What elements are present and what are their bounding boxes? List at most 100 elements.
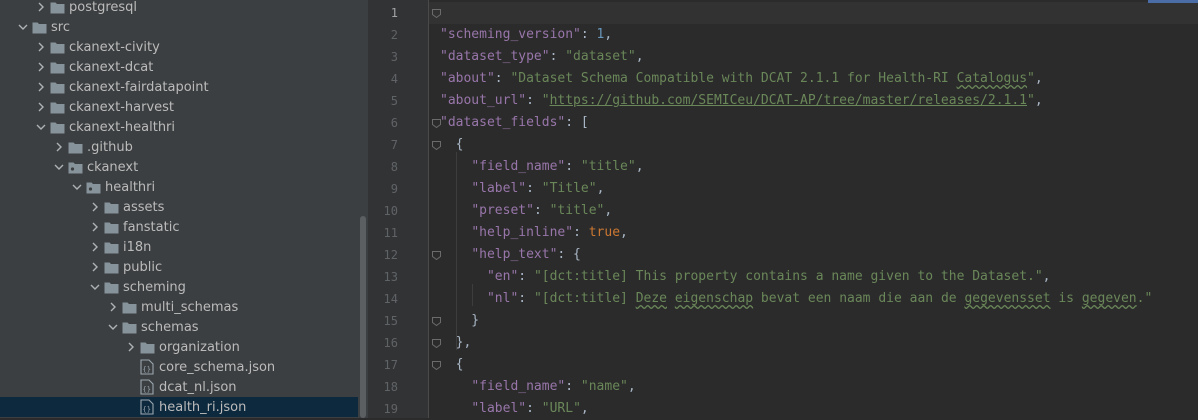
code-line[interactable]: "nl": "[dct:title] Deze eigenschap bevat…	[440, 288, 1152, 310]
folder-icon	[50, 117, 68, 137]
line-number[interactable]: 15	[368, 310, 398, 332]
code-line[interactable]: "label": "URL",	[440, 398, 588, 420]
tree-item-core-schema-json[interactable]: {} core_schema.json	[0, 357, 358, 377]
line-number[interactable]: 8	[368, 156, 398, 178]
tree-item-ckanext-harvest[interactable]: ckanext-harvest	[0, 97, 358, 117]
tree-item-public[interactable]: public	[0, 257, 358, 277]
code-line[interactable]: "preset": "title",	[440, 200, 612, 222]
chevron-down-icon[interactable]	[68, 177, 86, 197]
tree-item-healthri[interactable]: healthri	[0, 177, 358, 197]
chevron-right-icon[interactable]	[32, 97, 50, 117]
scrollbar-thumb[interactable]	[360, 216, 366, 418]
fold-marker-icon[interactable]	[432, 251, 441, 260]
code-line[interactable]: {	[440, 134, 464, 156]
code-line[interactable]: "help_text": {	[440, 244, 581, 266]
line-number[interactable]: 17	[368, 354, 398, 376]
tree-item-health-ri-json[interactable]: {} health_ri.json	[0, 397, 358, 417]
chevron-right-icon[interactable]	[50, 137, 68, 157]
folder-icon	[50, 97, 68, 117]
folder-icon	[122, 317, 140, 337]
tree-item-label: schemas	[141, 319, 199, 335]
chevron-right-icon[interactable]	[86, 257, 104, 277]
current-line-highlight	[429, 2, 1198, 24]
project-tree-scrollbar[interactable]	[358, 0, 368, 418]
svg-text:{}: {}	[143, 406, 151, 414]
chevron-right-icon[interactable]	[86, 217, 104, 237]
tree-item-multi-schemas[interactable]: multi_schemas	[0, 297, 358, 317]
tree-item-label: multi_schemas	[141, 299, 239, 315]
line-number[interactable]: 18	[368, 376, 398, 398]
chevron-right-icon[interactable]	[32, 77, 50, 97]
chevron-right-icon[interactable]	[86, 197, 104, 217]
line-number[interactable]: 4	[368, 68, 398, 90]
folder-icon	[104, 237, 122, 257]
chevron-down-icon[interactable]	[50, 157, 68, 177]
line-number[interactable]: 6	[368, 112, 398, 134]
line-number[interactable]: 2	[368, 24, 398, 46]
fold-marker-icon[interactable]	[432, 119, 441, 128]
chevron-right-icon[interactable]	[122, 337, 140, 357]
tree-item-postgresql[interactable]: postgresql	[0, 0, 358, 17]
tree-item-assets[interactable]: assets	[0, 197, 358, 217]
line-number[interactable]: 1	[368, 2, 398, 24]
tree-item-ckanext-dcat[interactable]: ckanext-dcat	[0, 57, 358, 77]
tree-item-github[interactable]: .github	[0, 137, 358, 157]
code-line[interactable]: "dataset_type": "dataset",	[440, 46, 644, 68]
folder-icon	[50, 37, 68, 57]
fold-marker-icon[interactable]	[432, 339, 441, 348]
chevron-right-icon[interactable]	[32, 57, 50, 77]
chevron-down-icon[interactable]	[14, 17, 32, 37]
line-number[interactable]: 19	[368, 398, 398, 420]
fold-marker-icon[interactable]	[432, 361, 441, 370]
chevron-down-icon[interactable]	[104, 317, 122, 337]
folder-icon	[122, 297, 140, 317]
code-line[interactable]: "help_inline": true,	[440, 222, 628, 244]
tree-item-ckanext-civity[interactable]: ckanext-civity	[0, 37, 358, 57]
tree-item-label: ckanext-civity	[69, 39, 160, 55]
tree-item-ckanext[interactable]: ckanext	[0, 157, 358, 177]
code-line[interactable]: "en": "[dct:title] This property contain…	[440, 266, 1051, 288]
code-line[interactable]: "field_name": "name",	[440, 376, 635, 398]
line-number[interactable]: 12	[368, 244, 398, 266]
tree-item-i18n[interactable]: i18n	[0, 237, 358, 257]
tree-item-src[interactable]: src	[0, 17, 358, 37]
tree-item-ckanext-fairdatapoint[interactable]: ckanext-fairdatapoint	[0, 77, 358, 97]
line-number[interactable]: 10	[368, 200, 398, 222]
tree-item-scheming[interactable]: scheming	[0, 277, 358, 297]
package-icon	[68, 157, 86, 177]
fold-marker-icon[interactable]	[432, 317, 441, 326]
line-number[interactable]: 9	[368, 178, 398, 200]
line-number[interactable]: 14	[368, 288, 398, 310]
tree-item-organization[interactable]: organization	[0, 337, 358, 357]
chevron-right-icon[interactable]	[32, 37, 50, 57]
fold-marker-icon[interactable]	[432, 141, 441, 150]
json-file-icon: {}	[140, 397, 158, 417]
chevron-right-icon[interactable]	[104, 297, 122, 317]
chevron-down-icon[interactable]	[86, 277, 104, 297]
chevron-down-icon[interactable]	[32, 117, 50, 137]
tree-item-schemas[interactable]: schemas	[0, 317, 358, 337]
code-line[interactable]: }	[440, 310, 479, 332]
line-number[interactable]: 13	[368, 266, 398, 288]
code-line[interactable]: "about": "Dataset Schema Compatible with…	[440, 68, 1043, 90]
tree-item-dcat-nl-json[interactable]: {} dcat_nl.json	[0, 377, 358, 397]
line-number[interactable]: 16	[368, 332, 398, 354]
line-number[interactable]: 11	[368, 222, 398, 244]
chevron-right-icon[interactable]	[86, 237, 104, 257]
chevron-right-icon[interactable]	[32, 0, 50, 17]
code-line[interactable]: "field_name": "title",	[440, 156, 643, 178]
tree-item-label: .github	[87, 139, 133, 155]
line-number[interactable]: 3	[368, 46, 398, 68]
code-line[interactable]: "dataset_fields": [	[440, 112, 589, 134]
line-number[interactable]: 5	[368, 90, 398, 112]
code-line[interactable]: {	[440, 354, 464, 376]
code-line[interactable]: "label": "Title",	[440, 178, 604, 200]
fold-marker-icon[interactable]	[432, 9, 441, 18]
code-line[interactable]: "about_url": "https://github.com/SEMICeu…	[440, 90, 1043, 112]
code-line[interactable]: "scheming_version": 1,	[440, 24, 612, 46]
editor-gutter: 1 2 3 4 5 6 7 8 9 10 11 12 13 14 15 16 17 18 19	[368, 0, 429, 418]
tree-item-fanstatic[interactable]: fanstatic	[0, 217, 358, 237]
tree-item-ckanext-healthri[interactable]: ckanext-healthri	[0, 117, 358, 137]
line-number[interactable]: 7	[368, 134, 398, 156]
tree-item-label: scheming	[123, 279, 186, 295]
